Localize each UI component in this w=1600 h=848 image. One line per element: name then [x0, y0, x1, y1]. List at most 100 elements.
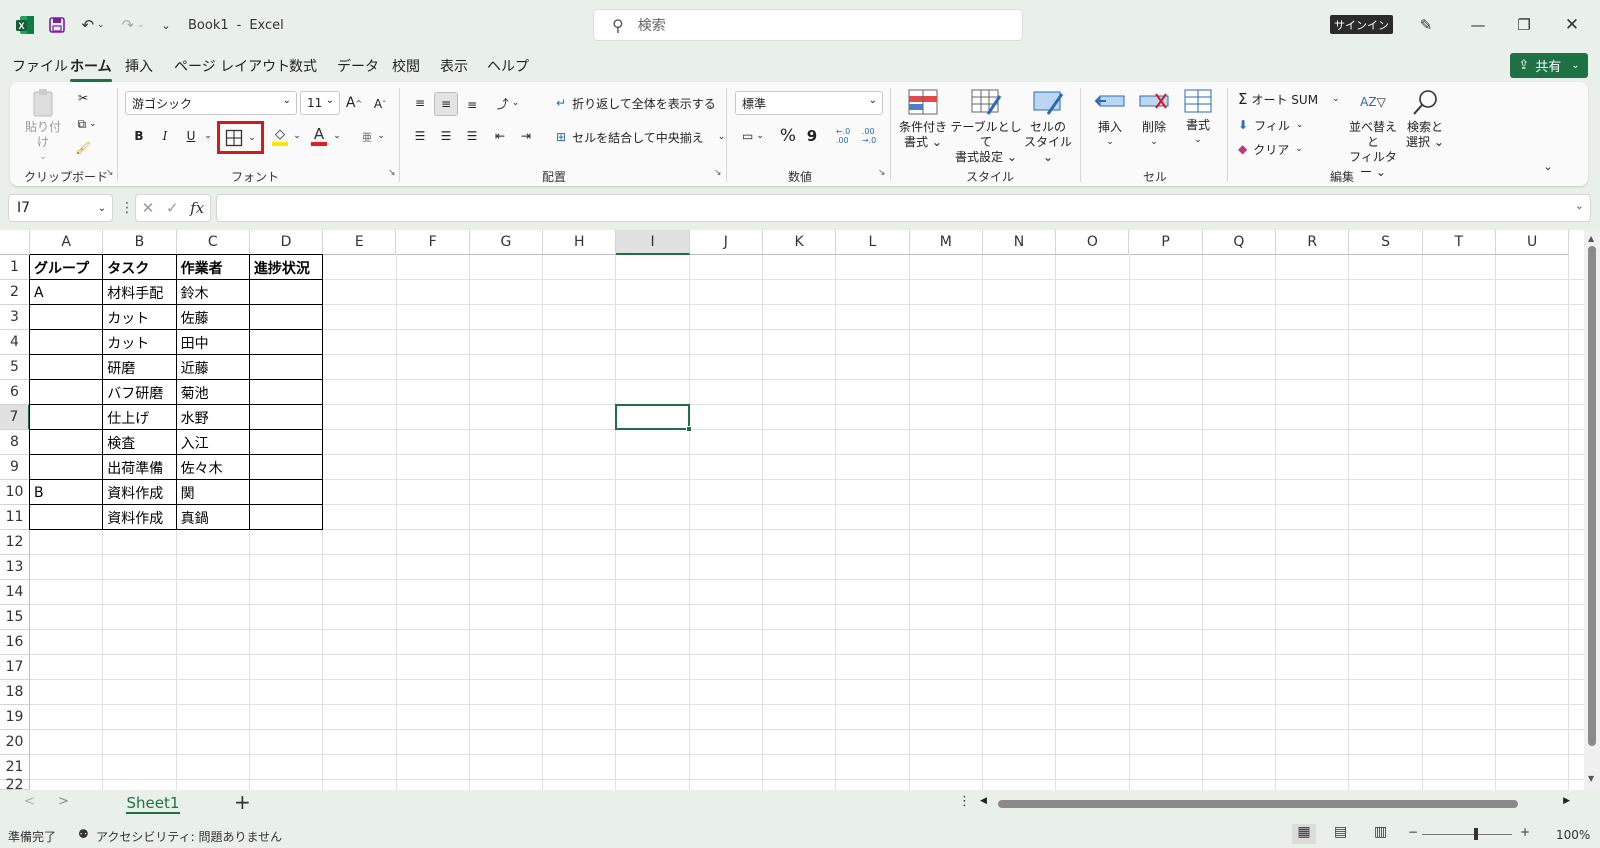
insert-function-icon[interactable]: fx: [190, 199, 204, 217]
tab-page-layout[interactable]: ページ レイアウト: [174, 56, 290, 76]
borders-button[interactable]: ⌄: [217, 121, 264, 154]
table-cell[interactable]: 真鍋: [177, 505, 250, 530]
page-layout-view-icon[interactable]: ▤: [1334, 824, 1347, 840]
scroll-left-icon[interactable]: ◀: [980, 796, 987, 806]
merge-center-button[interactable]: ⊞ セルを結合して中央揃え ⌄: [556, 126, 725, 148]
horizontal-scrollbar[interactable]: ◀ ▶: [980, 795, 1570, 813]
column-header-s[interactable]: S: [1349, 230, 1423, 255]
accessibility-status[interactable]: アクセシビリティ: 問題ありません: [96, 828, 282, 845]
table-cell[interactable]: 田中: [177, 330, 250, 355]
search-box[interactable]: ⚲ 検索: [593, 9, 1023, 41]
table-cell[interactable]: [250, 330, 323, 355]
insert-cells-button[interactable]: 挿入 ⌄: [1090, 88, 1130, 150]
wrap-text-button[interactable]: ↵ 折り返して全体を表示する: [556, 92, 716, 114]
percent-button[interactable]: %: [778, 126, 798, 146]
font-size-select[interactable]: 11 ⌄: [300, 91, 340, 115]
table-cell[interactable]: 入江: [177, 430, 250, 455]
zoom-level[interactable]: 100%: [1556, 828, 1590, 842]
column-header-e[interactable]: E: [323, 230, 397, 255]
worksheet-grid[interactable]: ABCDEFGHIJKLMNOPQRSTU 1 2 3 4 5 6 7 8 9 10 11 12 13 1…: [0, 230, 1600, 790]
column-header-a[interactable]: A: [30, 230, 104, 255]
table-cell[interactable]: [30, 505, 103, 530]
copy-icon[interactable]: ⧉ ⌄: [70, 114, 104, 134]
fill-button[interactable]: ⬇ フィル ⌄: [1238, 114, 1303, 136]
format-as-table-button[interactable]: テーブルとして 書式設定 ⌄: [948, 88, 1024, 165]
row-header-8[interactable]: 8: [0, 430, 30, 455]
align-center-icon[interactable]: ☰: [436, 126, 456, 146]
sort-filter-button[interactable]: AZ▽ 並べ替えと フィルター ⌄: [1344, 88, 1402, 180]
format-painter-icon[interactable]: 🖌: [72, 138, 94, 158]
row-header-17[interactable]: 17: [0, 655, 30, 680]
table-cell[interactable]: [250, 505, 323, 530]
table-cell[interactable]: 水野: [177, 405, 250, 430]
column-header-d[interactable]: D: [249, 230, 324, 255]
row-header-11[interactable]: 11: [0, 505, 30, 530]
name-box[interactable]: I7 ⌄: [8, 194, 113, 222]
row-header-6[interactable]: 6: [0, 380, 30, 405]
delete-cells-button[interactable]: 削除 ⌄: [1134, 88, 1174, 150]
increase-font-size-icon[interactable]: A ^: [344, 93, 364, 113]
redo-icon[interactable]: ↷ ⌄: [116, 13, 150, 37]
underline-button[interactable]: U: [182, 126, 200, 146]
row-header-15[interactable]: 15: [0, 605, 30, 630]
font-name-select[interactable]: 游ゴシック ⌄: [125, 91, 297, 115]
scroll-up-icon[interactable]: ▲: [1588, 234, 1594, 243]
column-header-u[interactable]: U: [1496, 230, 1570, 255]
number-format-select[interactable]: 標準 ⌄: [735, 91, 883, 115]
tab-view[interactable]: 表示: [440, 56, 468, 76]
table-cell[interactable]: 材料手配: [103, 280, 176, 305]
table-cell[interactable]: [250, 405, 323, 430]
table-cell[interactable]: 仕上げ: [103, 405, 176, 430]
pen-icon[interactable]: ✎: [1414, 13, 1438, 37]
horizontal-scroll-thumb[interactable]: [998, 800, 1518, 808]
align-right-icon[interactable]: ☰: [462, 126, 482, 146]
table-cell[interactable]: 鈴木: [177, 280, 250, 305]
decrease-indent-icon[interactable]: ⇤: [490, 126, 510, 146]
select-all-corner[interactable]: [0, 230, 30, 255]
align-left-icon[interactable]: ☰: [410, 126, 430, 146]
row-header-18[interactable]: 18: [0, 680, 30, 705]
cut-icon[interactable]: ✂: [72, 88, 94, 108]
table-header-cell[interactable]: タスク: [103, 255, 176, 280]
expand-formula-icon[interactable]: ⌄: [1575, 199, 1584, 212]
column-header-t[interactable]: T: [1422, 230, 1496, 255]
row-header-4[interactable]: 4: [0, 330, 30, 355]
comma-style-button[interactable]: 9: [804, 126, 820, 146]
fill-color-icon[interactable]: ◇: [270, 126, 290, 148]
table-cell[interactable]: [30, 380, 103, 405]
row-header-3[interactable]: 3: [0, 305, 30, 330]
row-header-7[interactable]: 7: [0, 405, 30, 430]
column-header-m[interactable]: M: [909, 230, 983, 255]
active-cell[interactable]: [615, 404, 690, 430]
column-header-q[interactable]: Q: [1202, 230, 1277, 255]
dialog-launcher-icon[interactable]: ↘: [106, 168, 114, 178]
add-sheet-icon[interactable]: +: [234, 790, 251, 814]
column-header-p[interactable]: P: [1129, 230, 1203, 255]
restore-icon[interactable]: ❐: [1512, 13, 1536, 37]
column-header-i[interactable]: I: [616, 230, 690, 255]
table-cell[interactable]: [250, 480, 323, 505]
align-bottom-icon[interactable]: ≡: [462, 94, 482, 116]
decrease-font-size-icon[interactable]: Aˇ: [370, 94, 390, 114]
font-color-icon[interactable]: A: [309, 124, 329, 148]
table-header-cell[interactable]: 作業者: [177, 255, 250, 280]
phonetic-icon[interactable]: 亜: [360, 126, 374, 146]
table-cell[interactable]: カット: [103, 330, 176, 355]
cancel-icon[interactable]: ✕: [142, 199, 155, 217]
close-icon[interactable]: ✕: [1560, 13, 1584, 37]
table-cell[interactable]: 検査: [103, 430, 176, 455]
chevron-down-icon[interactable]: ⌄: [292, 126, 302, 146]
column-header-r[interactable]: R: [1276, 230, 1350, 255]
column-header-n[interactable]: N: [982, 230, 1057, 255]
zoom-slider-thumb[interactable]: [1474, 828, 1478, 840]
next-sheet-icon[interactable]: >: [58, 794, 69, 809]
chevron-down-icon[interactable]: ⌄: [203, 126, 213, 146]
table-cell[interactable]: 研磨: [103, 355, 176, 380]
row-header-13[interactable]: 13: [0, 555, 30, 580]
column-header-j[interactable]: J: [689, 230, 763, 255]
formula-input[interactable]: ⌄: [216, 194, 1591, 222]
page-break-view-icon[interactable]: ▥: [1374, 824, 1387, 840]
table-cell[interactable]: [30, 355, 103, 380]
table-cell[interactable]: 資料作成: [103, 505, 176, 530]
minimize-icon[interactable]: —: [1466, 13, 1490, 37]
